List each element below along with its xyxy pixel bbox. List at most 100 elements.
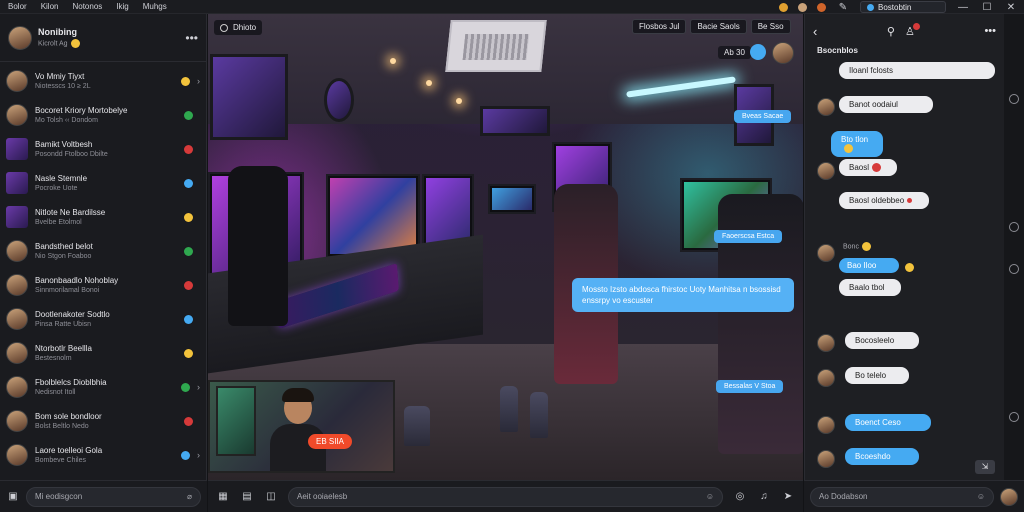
- chat-list-item[interactable]: Bom sole bondloor Bolst Beltlo Nedo: [0, 404, 206, 438]
- chat-list-title: Bandsthed belot: [35, 242, 93, 251]
- chat-thumbnail: [6, 138, 28, 160]
- sidebar-search-input[interactable]: Mi eodisgcon ⌀: [26, 486, 201, 507]
- rail-icon[interactable]: [1009, 264, 1019, 274]
- video-stage[interactable]: Dhioto Flosbos Jul Bacie Saols Be Sso Ab…: [208, 14, 803, 480]
- chat-message: Baosl: [839, 159, 897, 177]
- chat-more-icon[interactable]: •••: [984, 25, 996, 37]
- edit-icon[interactable]: ✎: [836, 2, 850, 13]
- menu-item-4[interactable]: Ikig: [116, 2, 128, 11]
- rail-icon[interactable]: [1009, 412, 1019, 422]
- chat-list-item[interactable]: Vo Mmiy Tiyxt Niotesscs 10 ≥ 2L ›: [0, 64, 206, 98]
- chat-reaction-icon: [184, 178, 193, 188]
- wall-clock: [324, 78, 354, 122]
- chat-list-title: Bamikt Voltbesh: [35, 140, 93, 149]
- chat-list-text: Bom sole bondloor Bolst Beltlo Nedo: [35, 412, 174, 430]
- rail-icon[interactable]: [1009, 94, 1019, 104]
- ceiling-lamp: [390, 58, 396, 64]
- chat-list: Vo Mmiy Tiyxt Niotesscs 10 ≥ 2L › Bocoret K…: [0, 62, 206, 472]
- profile-avatar-icon[interactable]: [798, 2, 807, 12]
- top-right-tray: ✎ Bostobtin — ☐ ✕: [779, 0, 1018, 14]
- chat-message: Bto tlon: [831, 131, 883, 158]
- chat-list-preview: Pinsa Ratte Ubisn: [35, 321, 92, 328]
- chat-list-item[interactable]: Fbolblelcs Dioblbhia Nedisnot Itoll ›: [0, 370, 206, 404]
- chat-list-item[interactable]: Ntorbotlr Beellla Bestesnolm: [0, 336, 206, 370]
- sidebar-bottom-bar: ▣ Mi eodisgcon ⌀: [0, 480, 207, 512]
- sender-avatar: [817, 98, 835, 116]
- minimize-icon[interactable]: —: [956, 2, 970, 13]
- stage-message-input[interactable]: Aeit ooiaelesb ☺: [288, 486, 723, 507]
- menu-item-2[interactable]: Kilon: [41, 2, 59, 11]
- attach-icon[interactable]: ⌀: [187, 492, 192, 501]
- pin-icon[interactable]: ⚲: [887, 25, 895, 38]
- sidebar-header: Nonibing Kicrolt Ag •••: [0, 14, 206, 62]
- share-icon[interactable]: [750, 44, 766, 60]
- notification-bell-icon[interactable]: ♙: [905, 22, 920, 38]
- picture-in-picture-video[interactable]: EB SIIA: [208, 380, 395, 473]
- menu: Bolor Kilon Notonos Ikig Muhgs: [0, 2, 167, 11]
- mic-icon[interactable]: ♫: [757, 490, 771, 504]
- self-avatar[interactable]: [1000, 487, 1018, 506]
- sidebar-search-placeholder: Mi eodisgcon: [35, 492, 83, 501]
- chat-overlay-message: Mossto Izsto abdosca fhirstoc Uoty Manhi…: [572, 278, 794, 312]
- chat-list-item[interactable]: Nitlote Ne Bardilsse Bvelbe Etolmol: [0, 200, 206, 234]
- chat-list-text: Bocoret Kriory Mortobelye Mo Tolsh ‹‹ Don…: [35, 106, 174, 124]
- close-icon[interactable]: ✕: [1004, 2, 1018, 13]
- chat-list-item[interactable]: Nasle Stemnle Pocroke Uote: [0, 166, 206, 200]
- chat-list-text: Ntorbotlr Beellla Bestesnolm: [35, 344, 174, 362]
- chevron-right-icon[interactable]: ›: [197, 382, 200, 392]
- stage-tab-1[interactable]: Flosbos Jul: [632, 19, 687, 34]
- stage-label[interactable]: Dhioto: [214, 20, 263, 35]
- chat-list-text: Banonbaadlo Nohoblay Sinnmorilamal Bonoi: [35, 276, 174, 294]
- gif-icon[interactable]: ▤: [240, 490, 254, 504]
- chat-list-preview: Bvelbe Etolmol: [35, 219, 82, 226]
- folder-icon[interactable]: ▣: [6, 490, 20, 504]
- maximize-icon[interactable]: ☐: [980, 2, 994, 13]
- chat-list-preview: Bombeve Chiles: [35, 457, 86, 464]
- back-arrow-icon[interactable]: ‹: [813, 24, 817, 39]
- chat-emoji-icon[interactable]: ☺: [977, 492, 985, 501]
- chat-list-title: Bocoret Kriory Mortobelye: [35, 106, 128, 115]
- menu-item-1[interactable]: Bolor: [8, 2, 27, 11]
- notification-icon[interactable]: [779, 2, 788, 12]
- camera-icon: [220, 23, 228, 32]
- more-options-icon[interactable]: •••: [185, 31, 198, 45]
- chat-thumbnail: [6, 172, 28, 194]
- chat-message: Bo telelo: [845, 367, 909, 384]
- emoji-icon[interactable]: ☺: [706, 492, 714, 501]
- user-avatar[interactable]: [8, 25, 32, 50]
- chat-list-title: Banonbaadlo Nohoblay: [35, 276, 119, 285]
- image-icon[interactable]: ▦: [216, 490, 230, 504]
- host-avatar[interactable]: [772, 42, 794, 64]
- chat-message: Baosl oldebbeo: [839, 192, 929, 209]
- chat-message: Boenct Ceso: [845, 414, 931, 431]
- chat-list-item[interactable]: Laore toelleoi Gola Bombeve Chiles ›: [0, 438, 206, 472]
- chat-list-item[interactable]: Bamikt Voltbesh Posondd Ftolboo Dbilte: [0, 132, 206, 166]
- chat-reaction-icon: [181, 450, 190, 460]
- send-icon[interactable]: ➤: [781, 490, 795, 504]
- chat-avatar: [6, 104, 28, 126]
- chevron-right-icon[interactable]: ›: [197, 450, 200, 460]
- chat-overlay-1: Bveas Sacae: [734, 110, 792, 123]
- stage-tab-3[interactable]: Be Sso: [750, 19, 791, 34]
- scroll-down-icon[interactable]: ⇲: [975, 460, 995, 474]
- ceiling-lamp: [456, 98, 462, 104]
- chat-input[interactable]: Ao Dodabson ☺: [810, 486, 994, 507]
- sticker-icon[interactable]: ◫: [264, 490, 278, 504]
- chat-avatar: [6, 444, 28, 466]
- chat-list-item[interactable]: Dootlenakoter Sodtlo Pinsa Ratte Ubisn: [0, 302, 206, 336]
- chat-list-item[interactable]: Banonbaadlo Nohoblay Sinnmorilamal Bonoi: [0, 268, 206, 302]
- chat-list-item[interactable]: Bocoret Kriory Mortobelye Mo Tolsh ‹‹ Don…: [0, 98, 206, 132]
- menu-item-3[interactable]: Notonos: [72, 2, 102, 11]
- chat-list-text: Laore toelleoi Gola Bombeve Chiles: [35, 446, 171, 464]
- chat-message: Iloanl fclosts: [839, 62, 995, 79]
- chat-list-item[interactable]: Bandsthed belot Nio Stgon Foaboo: [0, 234, 206, 268]
- chevron-right-icon[interactable]: ›: [197, 76, 200, 86]
- mention-icon[interactable]: ◎: [733, 490, 747, 504]
- stage-tab-2[interactable]: Bacie Saols: [690, 19, 747, 34]
- menu-item-5[interactable]: Muhgs: [143, 2, 167, 11]
- chat-list-preview: Posondd Ftolboo Dbilte: [35, 151, 108, 158]
- browser-tab[interactable]: Bostobtin: [860, 1, 946, 13]
- record-icon[interactable]: [817, 2, 826, 12]
- rail-icon[interactable]: [1009, 222, 1019, 232]
- chat-list-preview: Pocroke Uote: [35, 185, 78, 192]
